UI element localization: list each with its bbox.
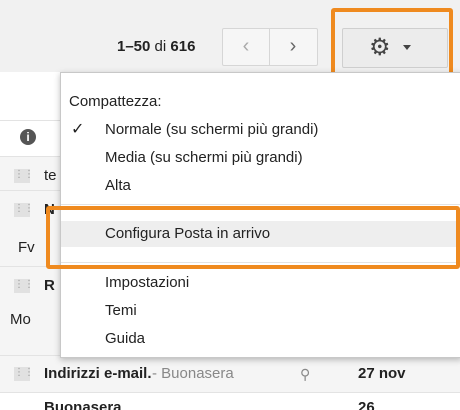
menu-item-label: Alta <box>105 177 131 194</box>
row-subject: Indirizzi e-mail. <box>44 365 152 382</box>
drag-handle-icon[interactable]: ⋮⋮ <box>14 203 34 217</box>
menu-item-label: Temi <box>105 302 137 319</box>
chevron-right-icon: › <box>289 35 297 57</box>
next-page-button[interactable]: › <box>270 29 316 65</box>
menu-item-label: Normale (su schermi più grandi) <box>105 121 319 138</box>
drag-handle-icon[interactable]: ⋮⋮ <box>14 169 34 183</box>
highlight-configure-box <box>46 206 460 269</box>
row-subject: te <box>44 167 57 184</box>
chevron-left-icon: ‹ <box>242 35 250 57</box>
drag-handle-icon[interactable]: ⋮⋮ <box>14 367 34 381</box>
row-snippet: Mo <box>10 311 31 328</box>
drag-handle-icon[interactable]: ⋮⋮ <box>14 279 34 293</box>
menu-item-density-medium[interactable]: Media (su schermi più grandi) <box>61 145 460 171</box>
pagination-of: di <box>154 38 167 55</box>
table-row[interactable]: ⋮⋮ Indirizzi e-mail. - Buonasera ⚲ 27 no… <box>0 355 460 392</box>
pagination-nav: ‹ › <box>222 28 318 66</box>
menu-item-label: Media (su schermi più grandi) <box>105 149 303 166</box>
info-icon: i <box>20 129 36 145</box>
menu-item-settings[interactable]: Impostazioni <box>61 270 460 296</box>
menu-item-help[interactable]: Guida <box>61 326 460 352</box>
row-date: 26 <box>358 399 375 410</box>
row-snippet: Fv <box>18 239 35 256</box>
pagination-range: 1–50 <box>117 38 151 55</box>
attachment-icon: ⚲ <box>300 366 311 382</box>
pagination-total: 616 <box>170 38 196 55</box>
menu-item-label: Impostazioni <box>105 274 190 291</box>
menu-item-label: Guida <box>105 330 146 347</box>
menu-item-density-normal[interactable]: ✓ Normale (su schermi più grandi) <box>61 117 460 143</box>
prev-page-button[interactable]: ‹ <box>223 29 270 65</box>
row-snippet: - Buonasera <box>152 365 234 382</box>
check-icon: ✓ <box>71 121 85 138</box>
row-subject: R <box>44 277 55 294</box>
menu-item-density-high[interactable]: Alta <box>61 173 460 199</box>
pagination-count: 1–50 di 616 <box>117 38 195 55</box>
menu-item-themes[interactable]: Temi <box>61 298 460 324</box>
menu-divider <box>61 204 460 205</box>
row-date: 27 nov <box>358 365 406 382</box>
density-heading: Compattezza: <box>69 93 162 110</box>
table-row[interactable]: Buonasera 26 <box>0 392 460 410</box>
row-subject: Buonasera <box>44 399 122 410</box>
